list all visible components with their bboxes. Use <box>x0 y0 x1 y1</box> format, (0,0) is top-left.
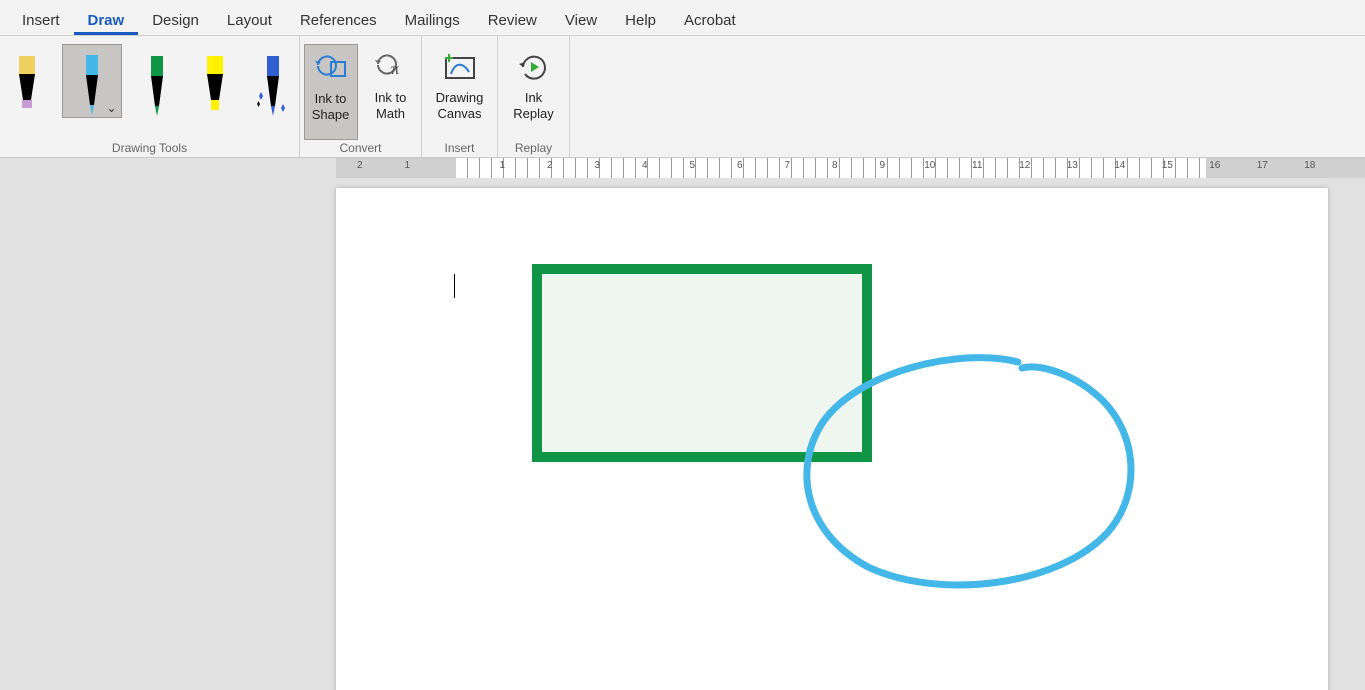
ruler-num: 17 <box>1239 160 1287 171</box>
ink-to-shape-icon <box>314 51 348 85</box>
group-label-convert: Convert <box>300 141 421 155</box>
ruler-num: 14 <box>1096 160 1144 171</box>
ruler-num: 8 <box>811 160 859 171</box>
tab-help[interactable]: Help <box>611 4 670 35</box>
horizontal-ruler[interactable]: 2 1 1 2 3 4 5 6 7 8 9 10 11 12 13 14 15 … <box>0 158 1365 178</box>
group-label-replay: Replay <box>498 141 569 155</box>
ribbon-content: Drawing Tools Ink to Shape <box>0 36 1365 158</box>
svg-text:π: π <box>391 61 399 78</box>
pen-blue-sparkle[interactable] <box>250 44 296 118</box>
ruler-num: 9 <box>859 160 907 171</box>
drawing-canvas-button[interactable]: Drawing Canvas <box>433 44 487 140</box>
ruler-num: 2 <box>526 160 574 171</box>
ink-replay-label1: Ink <box>525 90 542 106</box>
ruler-num: 6 <box>716 160 764 171</box>
tab-design[interactable]: Design <box>138 4 213 35</box>
pen-highlighter-yellow[interactable] <box>4 44 50 118</box>
green-rectangle-shape[interactable] <box>532 264 872 462</box>
ruler-num: 3 <box>574 160 622 171</box>
ink-replay-icon <box>517 50 551 84</box>
ink-to-shape-button[interactable]: Ink to Shape <box>304 44 358 140</box>
ruler-num: 13 <box>1049 160 1097 171</box>
tab-layout[interactable]: Layout <box>213 4 286 35</box>
pen-green[interactable] <box>134 44 180 118</box>
ink-to-math-button[interactable]: π Ink to Math <box>364 44 418 140</box>
ruler-num: 10 <box>906 160 954 171</box>
tab-references[interactable]: References <box>286 4 391 35</box>
pen-icon <box>141 56 173 118</box>
group-drawing-tools: Drawing Tools <box>0 36 300 157</box>
tab-insert[interactable]: Insert <box>8 4 74 35</box>
ink-to-math-label1: Ink to <box>375 90 407 106</box>
ink-to-shape-label1: Ink to <box>315 91 347 107</box>
document-workspace[interactable] <box>0 178 1365 690</box>
group-label-drawing-tools: Drawing Tools <box>0 141 299 155</box>
highlighter-yellow[interactable] <box>192 44 238 118</box>
ruler-num: 12 <box>1001 160 1049 171</box>
tab-acrobat[interactable]: Acrobat <box>670 4 750 35</box>
drawing-canvas-label2: Canvas <box>437 106 481 122</box>
tab-view[interactable]: View <box>551 4 611 35</box>
highlighter-icon <box>199 56 231 118</box>
ink-replay-button[interactable]: Ink Replay <box>507 44 561 140</box>
ink-to-math-label2: Math <box>376 106 405 122</box>
text-cursor <box>454 274 455 298</box>
ruler-num: 1 <box>479 160 527 171</box>
ruler-num: 7 <box>764 160 812 171</box>
ink-to-math-icon: π <box>374 50 408 84</box>
ruler-num: 11 <box>954 160 1002 171</box>
ink-replay-label2: Replay <box>513 106 553 122</box>
ruler-num: 4 <box>621 160 669 171</box>
ruler-num: 15 <box>1144 160 1192 171</box>
drawing-canvas-label1: Drawing <box>436 90 484 106</box>
pen-icon <box>76 55 108 117</box>
pen-skyblue[interactable] <box>62 44 122 118</box>
group-label-insert: Insert <box>422 141 497 155</box>
drawing-canvas-icon <box>443 50 477 84</box>
ruler-num <box>431 160 479 171</box>
ruler-num: 18 <box>1286 160 1334 171</box>
ribbon-tabs: Insert Draw Design Layout References Mai… <box>0 0 1365 36</box>
highlighter-icon <box>11 56 43 118</box>
ruler-num: 5 <box>669 160 717 171</box>
ruler-num: 2 <box>336 160 384 171</box>
ruler-num: 1 <box>384 160 432 171</box>
ink-to-shape-label2: Shape <box>312 107 350 123</box>
pen-sparkle-icon <box>257 56 289 118</box>
group-convert: Ink to Shape π Ink to Math Convert <box>300 36 422 157</box>
tab-mailings[interactable]: Mailings <box>391 4 474 35</box>
tab-review[interactable]: Review <box>474 4 551 35</box>
ruler-num: 16 <box>1191 160 1239 171</box>
group-insert: Drawing Canvas Insert <box>422 36 498 157</box>
group-replay: Ink Replay Replay <box>498 36 570 157</box>
tab-draw[interactable]: Draw <box>74 4 139 35</box>
document-page[interactable] <box>336 188 1328 690</box>
